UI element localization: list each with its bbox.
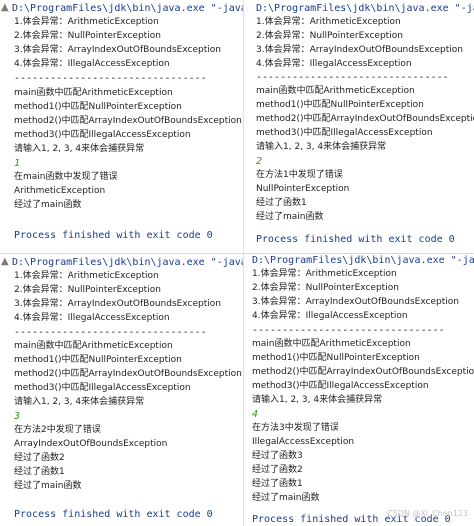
input-prompt: 请输入1, 2, 3, 4来体会捕获异常 — [14, 397, 145, 407]
output-line-4: 经过了main函数 — [256, 212, 324, 222]
user-input[interactable]: 4 — [252, 408, 258, 421]
input-prompt: 请输入1, 2, 3, 4来体会捕获异常 — [256, 142, 387, 152]
match-line-method1: method1()中匹配NullPointerException — [252, 353, 420, 363]
output-line-3: 经过了函数2 — [14, 453, 65, 463]
input-prompt: 请输入1, 2, 3, 4来体会捕获异常 — [252, 395, 383, 405]
match-line-method2: method2()中匹配ArrayIndexOutOfBoundsExcepti… — [14, 116, 242, 126]
separator-line: -------------------------------- — [252, 325, 445, 336]
output-line-4: 经过了函数2 — [252, 465, 303, 475]
output-line-2: ArithmeticException — [14, 186, 106, 196]
command-line: D:\ProgramFiles\jdk\bin\java.exe "-javaa… — [256, 3, 474, 14]
menu-item-1: 1.体会异常：ArithmeticException — [14, 271, 159, 281]
output-line-5: 经过了main函数 — [14, 481, 82, 491]
match-line-method3: method3()中匹配IllegalAccessException — [14, 383, 191, 393]
match-line-method1: method1()中匹配NullPointerException — [14, 102, 182, 112]
output-line-4: 经过了函数1 — [14, 467, 65, 477]
console-panel-3[interactable]: ▲ D:\ProgramFiles\jdk\bin\java.exe "-jav… — [0, 254, 243, 526]
console-panel-1[interactable]: ▲ D:\ProgramFiles\jdk\bin\java.exe "-jav… — [0, 0, 243, 252]
output-line-1: 在方法3中发现了错误 — [252, 423, 339, 433]
exit-message: Process finished with exit code 0 — [14, 509, 213, 520]
output-line-6: 经过了main函数 — [252, 493, 320, 503]
match-line-method2: method2()中匹配ArrayIndexOutOfBoundsExcepti… — [14, 369, 242, 379]
console-panel-4[interactable]: D:\ProgramFiles\jdk\bin\java.exe "-javaa… — [250, 254, 474, 526]
output-line-2: NullPointerException — [256, 184, 350, 194]
output-line-2: IllegalAccessException — [252, 437, 355, 447]
command-line: D:\ProgramFiles\jdk\bin\java.exe "-javaa… — [12, 3, 243, 14]
menu-item-2: 2.体会异常：NullPointerException — [14, 285, 161, 295]
menu-item-3: 3.体会异常：ArrayIndexOutOfBoundsException — [14, 299, 221, 309]
exit-message: Process finished with exit code 0 — [256, 234, 455, 245]
match-line-method1: method1()中匹配NullPointerException — [14, 355, 182, 365]
output-line-3: 经过了函数3 — [252, 451, 303, 461]
match-line-main: main函数中匹配ArithmeticException — [14, 341, 173, 351]
menu-item-3: 3.体会异常：ArrayIndexOutOfBoundsException — [256, 45, 463, 55]
separator-line: -------------------------------- — [14, 327, 207, 338]
user-input[interactable]: 3 — [14, 410, 20, 423]
menu-item-2: 2.体会异常：NullPointerException — [252, 283, 399, 293]
up-arrow-icon[interactable]: ▲ — [1, 2, 9, 13]
menu-item-4: 4.体会异常：IllegalAccessException — [14, 313, 170, 323]
match-line-method3: method3()中匹配IllegalAccessException — [252, 381, 429, 391]
match-line-main: main函数中匹配ArithmeticException — [14, 88, 173, 98]
watermark: CSDN @Xi_Chen123 — [387, 509, 468, 518]
match-line-main: main函数中匹配ArithmeticException — [252, 339, 411, 349]
output-line-3: 经过了函数1 — [256, 198, 307, 208]
command-line: D:\ProgramFiles\jdk\bin\java.exe "-javaa… — [12, 257, 243, 268]
output-line-1: 在方法2中发现了错误 — [14, 425, 101, 435]
separator-line: -------------------------------- — [14, 73, 207, 84]
user-input[interactable]: 1 — [14, 157, 20, 170]
menu-item-4: 4.体会异常：IllegalAccessException — [256, 59, 412, 69]
separator-line: -------------------------------- — [256, 72, 449, 83]
menu-item-4: 4.体会异常：IllegalAccessException — [14, 59, 170, 69]
exit-message: Process finished with exit code 0 — [14, 230, 213, 241]
menu-item-1: 1.体会异常：ArithmeticException — [14, 17, 159, 27]
menu-item-3: 3.体会异常：ArrayIndexOutOfBoundsException — [252, 297, 459, 307]
menu-item-1: 1.体会异常：ArithmeticException — [252, 269, 397, 279]
output-line-1: 在方法1中发现了错误 — [256, 170, 343, 180]
command-line: D:\ProgramFiles\jdk\bin\java.exe "-javaa… — [252, 255, 474, 266]
user-input[interactable]: 2 — [256, 155, 262, 168]
panel-divider-vertical — [243, 0, 244, 526]
menu-item-2: 2.体会异常：NullPointerException — [14, 31, 161, 41]
console-panel-2[interactable]: D:\ProgramFiles\jdk\bin\java.exe "-javaa… — [254, 0, 474, 252]
up-arrow-icon[interactable]: ▲ — [1, 256, 9, 267]
menu-item-1: 1.体会异常：ArithmeticException — [256, 17, 401, 27]
match-line-method2: method2()中匹配ArrayIndexOutOfBoundsExcepti… — [256, 114, 474, 124]
input-prompt: 请输入1, 2, 3, 4来体会捕获异常 — [14, 144, 145, 154]
match-line-method3: method3()中匹配IllegalAccessException — [256, 128, 433, 138]
output-line-1: 在main函数中发现了错误 — [14, 172, 118, 182]
match-line-method3: method3()中匹配IllegalAccessException — [14, 130, 191, 140]
match-line-method1: method1()中匹配NullPointerException — [256, 100, 424, 110]
output-line-3: 经过了main函数 — [14, 200, 82, 210]
menu-item-3: 3.体会异常：ArrayIndexOutOfBoundsException — [14, 45, 221, 55]
output-line-5: 经过了函数1 — [252, 479, 303, 489]
menu-item-4: 4.体会异常：IllegalAccessException — [252, 311, 408, 321]
match-line-method2: method2()中匹配ArrayIndexOutOfBoundsExcepti… — [252, 367, 474, 377]
match-line-main: main函数中匹配ArithmeticException — [256, 86, 415, 96]
menu-item-2: 2.体会异常：NullPointerException — [256, 31, 403, 41]
output-line-2: ArrayIndexOutOfBoundsException — [14, 439, 168, 449]
